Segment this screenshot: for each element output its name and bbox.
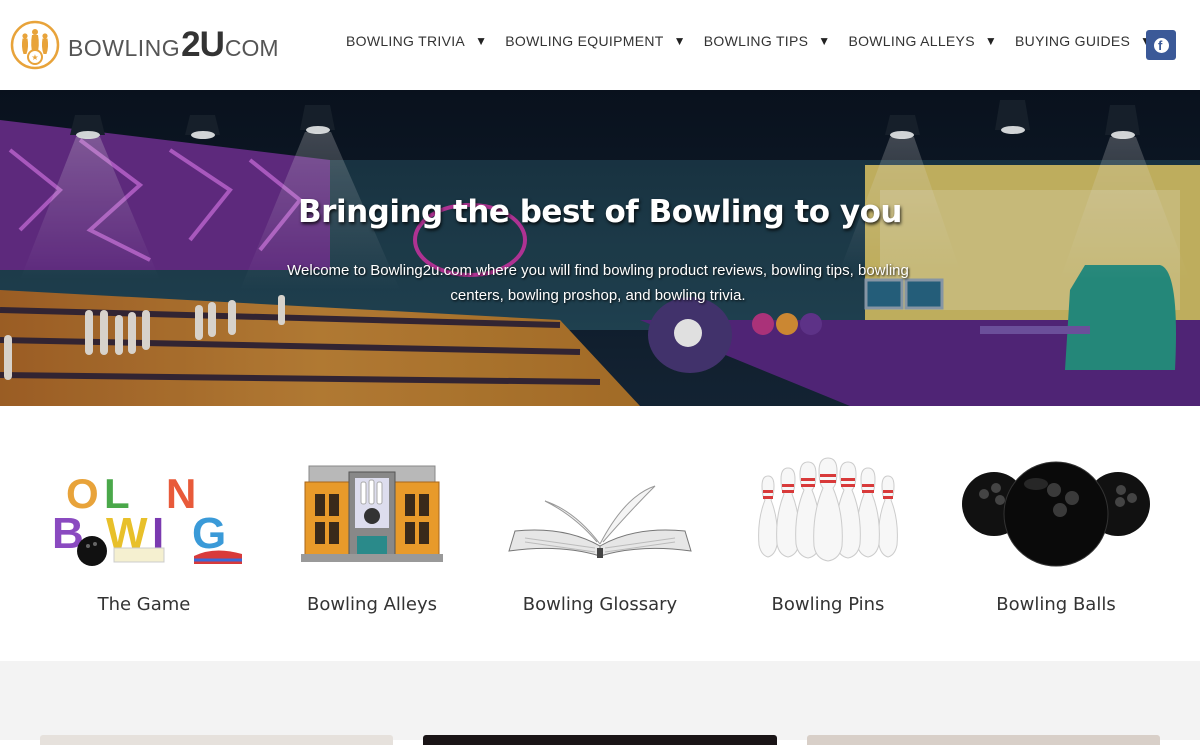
category-bowling-balls[interactable]: Bowling Balls (942, 456, 1170, 615)
category-bowling-glossary[interactable]: Bowling Glossary (486, 456, 714, 615)
category-label: The Game (97, 594, 191, 615)
nav-item-bowling-trivia[interactable]: BOWLING TRIVIA ▼ (346, 33, 487, 49)
category-section: O L N B W I G The Game Bowling Alleys Bo… (0, 406, 1200, 661)
caret-down-icon: ▼ (818, 34, 831, 48)
nav-label: BOWLING TIPS (703, 33, 809, 49)
site-header: ★ BOWLING 2U COM BOWLING TRIVIA ▼ BOWLIN… (0, 0, 1200, 90)
bowling-alley-illustration (0, 90, 1200, 406)
open-book-icon (508, 485, 692, 558)
nav-item-bowling-alleys[interactable]: BOWLING ALLEYS ▼ (848, 33, 997, 49)
bowling-alley-building-icon (301, 465, 443, 562)
featured-post-card[interactable] (423, 735, 777, 745)
hero-subtitle: Welcome to Bowling2u.com where you will … (287, 262, 909, 304)
category-label: Bowling Pins (771, 594, 885, 615)
site-logo[interactable]: ★ BOWLING 2U COM (10, 18, 279, 72)
caret-down-icon: ▼ (673, 34, 686, 48)
svg-text:★: ★ (31, 53, 38, 62)
nav-label: BOWLING TRIVIA (346, 33, 466, 49)
hero-banner: Bringing the best of Bowling to you Welc… (0, 90, 1200, 406)
category-bowling-alleys[interactable]: Bowling Alleys (258, 456, 486, 615)
facebook-button[interactable]: f (1146, 30, 1176, 60)
bowling-word-art-icon: O L N B W I G (52, 470, 242, 566)
category-bowling-pins[interactable]: Bowling Pins (714, 456, 942, 615)
nav-label: BOWLING EQUIPMENT (505, 33, 664, 49)
facebook-glyph: f (1158, 37, 1163, 53)
caret-down-icon: ▼ (984, 34, 998, 48)
logo-text-bowling: BOWLING (68, 35, 181, 61)
caret-down-icon: ▼ (475, 34, 488, 48)
category-the-game[interactable]: O L N B W I G The Game (30, 456, 258, 615)
nav-item-bowling-tips[interactable]: BOWLING TIPS ▼ (704, 33, 831, 49)
logo-text-2u: 2U (181, 25, 225, 64)
featured-posts-section (0, 661, 1200, 745)
category-label: Bowling Alleys (306, 594, 438, 615)
category-label: Bowling Balls (996, 594, 1116, 615)
bowling-pins-icon (758, 457, 898, 562)
main-nav: BOWLING TRIVIA ▼ BOWLING EQUIPMENT ▼ BOW… (346, 33, 1170, 49)
bowling-balls-icon (962, 461, 1150, 567)
facebook-icon: f (1153, 37, 1169, 53)
nav-item-buying-guides[interactable]: BUYING GUIDES ▼ (1015, 33, 1152, 49)
nav-item-bowling-equipment[interactable]: BOWLING EQUIPMENT ▼ (505, 33, 686, 49)
logo-wordmark: BOWLING 2U COM (68, 25, 279, 65)
featured-post-card[interactable] (40, 735, 393, 745)
logo-text-com: COM (224, 35, 279, 61)
nav-label: BUYING GUIDES (1015, 33, 1131, 49)
category-label: Bowling Glossary (522, 594, 678, 615)
bowling-pins-logo-icon: ★ (10, 20, 60, 70)
hero-title: Bringing the best of Bowling to you (298, 194, 902, 230)
nav-label: BOWLING ALLEYS (848, 33, 975, 49)
featured-post-card[interactable] (807, 735, 1160, 745)
